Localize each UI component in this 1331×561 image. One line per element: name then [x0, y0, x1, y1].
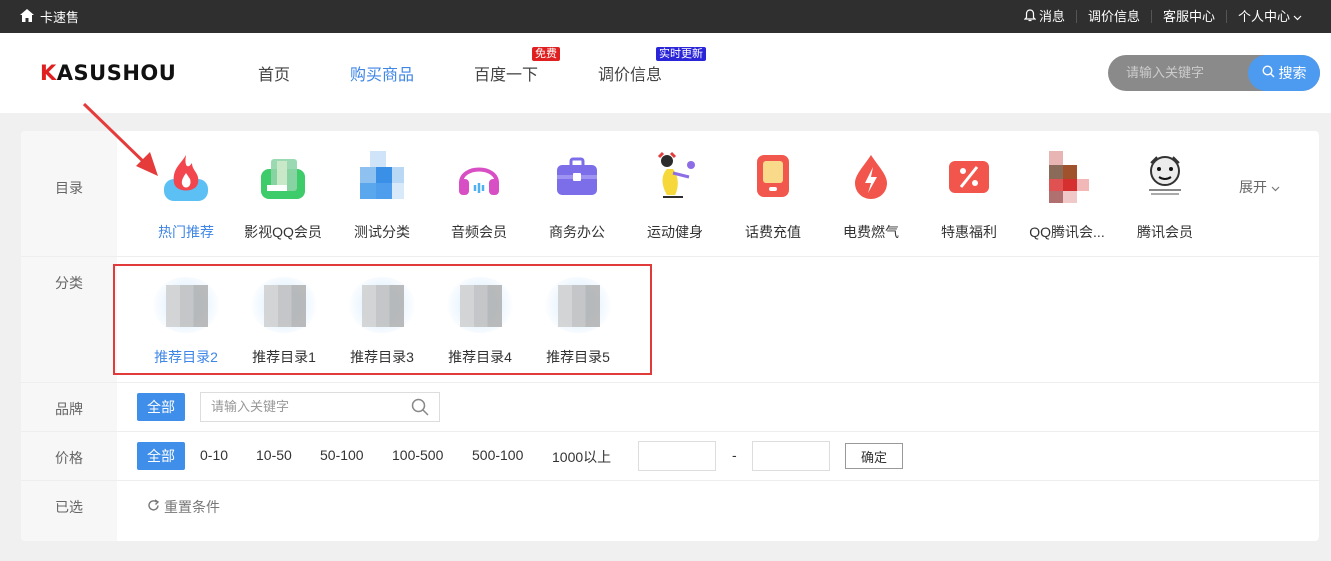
directory-item-office[interactable]: 商务办公 [529, 151, 625, 242]
directory-item-test[interactable]: 测试分类 [334, 151, 430, 242]
search-input[interactable]: 请输入关键字 [1126, 55, 1204, 91]
subcategory-item[interactable]: 推荐目录1 [239, 277, 329, 367]
price-confirm-button[interactable]: 确定 [845, 443, 903, 469]
directory-item-video[interactable]: 影视QQ会员 [235, 151, 331, 242]
top-link-profile[interactable]: 个人中心 [1225, 10, 1313, 23]
nav-baidu[interactable]: 百度一下 [474, 33, 538, 113]
price-all-button[interactable]: 全部 [137, 442, 185, 470]
meme-face-icon [1139, 151, 1191, 203]
directory-item-audio[interactable]: 音频会员 [431, 151, 527, 242]
directory-item-discount[interactable]: 特惠福利 [921, 151, 1017, 242]
category-label: 分类 [55, 275, 83, 291]
price-min-input[interactable] [638, 441, 716, 471]
subcategory-item[interactable]: 推荐目录4 [435, 277, 525, 367]
subcategory-image [153, 277, 219, 333]
search-icon [1261, 65, 1275, 81]
nav-buy[interactable]: 购买商品 [350, 33, 414, 113]
top-link-service[interactable]: 客服中心 [1150, 10, 1226, 23]
brand-search-input[interactable]: 请输入关键字 [211, 393, 289, 421]
directory-item-phone[interactable]: 话费充值 [725, 151, 821, 242]
subcategory-image [349, 277, 415, 333]
directory-item-energy[interactable]: 电费燃气 [823, 151, 919, 242]
subcategory-item[interactable]: 推荐目录5 [533, 277, 623, 367]
price-option[interactable]: 10-50 [256, 447, 292, 463]
subcategory-item[interactable]: 推荐目录3 [337, 277, 427, 367]
divider [21, 382, 1319, 383]
refresh-icon [147, 499, 160, 515]
energy-drop-icon [845, 151, 897, 203]
top-link-price-info[interactable]: 调价信息 [1075, 10, 1151, 23]
chevron-down-icon [1293, 10, 1302, 23]
directory-item-qq[interactable]: QQ腾讯会... [1019, 151, 1115, 242]
price-option[interactable]: 1000以上 [552, 447, 611, 467]
brand-all-button[interactable]: 全部 [137, 393, 185, 421]
headphones-icon [453, 151, 505, 203]
bell-icon [1023, 9, 1037, 24]
divider [21, 480, 1319, 481]
expand-button[interactable]: 展开 [1239, 177, 1280, 197]
top-link-messages[interactable]: 消息 [1013, 9, 1076, 24]
realtime-badge: 实时更新 [656, 47, 706, 61]
price-option[interactable]: 50-100 [320, 447, 364, 463]
brand-search-field[interactable]: 请输入关键字 [200, 392, 440, 422]
free-badge: 免费 [532, 47, 560, 61]
divider [21, 431, 1319, 432]
divider [21, 256, 1319, 257]
chevron-down-icon [1271, 179, 1280, 195]
pixelated-icon [1041, 151, 1093, 203]
subcategory-image [545, 277, 611, 333]
top-brand-label: 卡速售 [40, 10, 80, 25]
main-header: KASUSHOU 首页 购买商品 百度一下 免费 调价信息 实时更新 请输入关键… [0, 33, 1331, 113]
price-max-input[interactable] [752, 441, 830, 471]
ticket-icon [257, 151, 309, 203]
header-search[interactable]: 请输入关键字 搜索 [1108, 55, 1320, 91]
top-bar: 卡速售 消息 调价信息 客服中心 个人中心 [0, 0, 1331, 33]
top-links: 消息 调价信息 客服中心 个人中心 [1013, 0, 1313, 33]
subcategory-image [447, 277, 513, 333]
subcategory-image [251, 277, 317, 333]
price-label: 价格 [55, 450, 83, 466]
price-option[interactable]: 0-10 [200, 447, 228, 463]
price-option[interactable]: 500-100 [472, 447, 523, 463]
price-option[interactable]: 100-500 [392, 447, 443, 463]
selected-label: 已选 [55, 499, 83, 515]
price-separator: - [732, 447, 737, 463]
nav-price-info[interactable]: 调价信息 [598, 33, 662, 113]
sport-figure-icon [649, 151, 701, 203]
site-logo[interactable]: KASUSHOU [40, 61, 176, 85]
search-icon[interactable] [411, 398, 429, 419]
directory-label: 目录 [55, 180, 83, 196]
home-icon [20, 8, 34, 25]
briefcase-icon [551, 151, 603, 203]
filter-card: 目录 分类 品牌 价格 已选 热门推荐 影视QQ会员 测试分类 音频会员 商务办… [21, 131, 1319, 541]
directory-item-hot[interactable]: 热门推荐 [138, 151, 234, 242]
subcategory-item[interactable]: 推荐目录2 [141, 277, 231, 367]
phone-icon [747, 151, 799, 203]
directory-item-sport[interactable]: 运动健身 [627, 151, 723, 242]
directory-item-tencent[interactable]: 腾讯会员 [1117, 151, 1213, 242]
brand-label: 品牌 [55, 401, 83, 417]
top-brand[interactable]: 卡速售 [20, 0, 79, 33]
pixelated-icon [356, 151, 408, 203]
search-button[interactable]: 搜索 [1248, 55, 1320, 91]
flame-icon [160, 151, 212, 203]
coupon-icon [943, 151, 995, 203]
nav-home[interactable]: 首页 [258, 33, 290, 113]
reset-button[interactable]: 重置条件 [147, 497, 220, 517]
